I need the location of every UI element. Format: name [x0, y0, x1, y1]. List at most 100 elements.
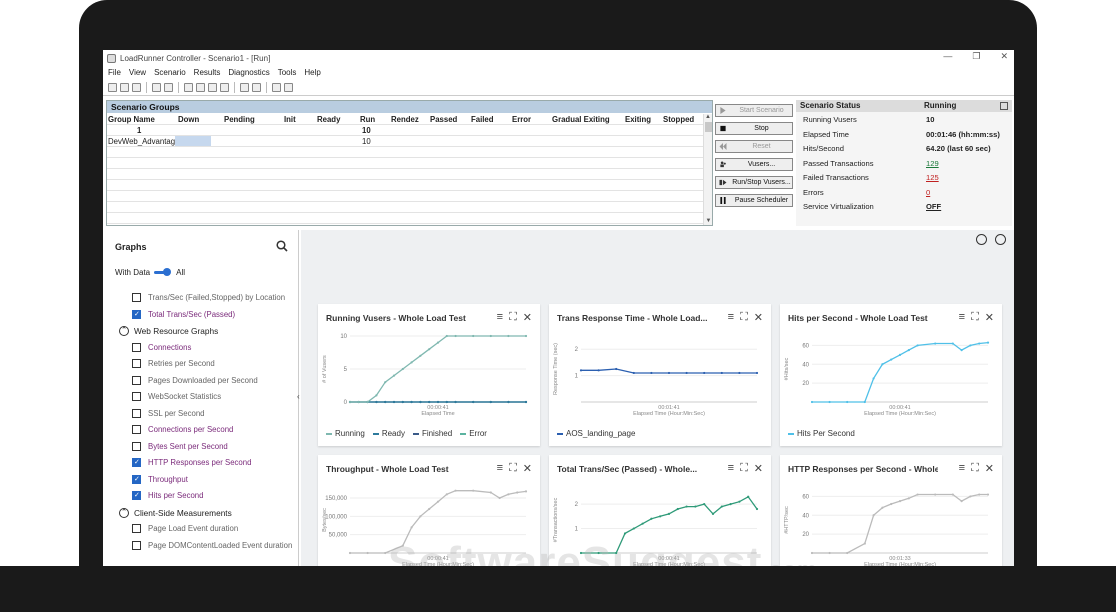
pause-scheduler-button[interactable]: Pause Scheduler	[715, 194, 793, 207]
vusers-stop-icon[interactable]	[220, 83, 229, 92]
graph-checkbox[interactable]	[132, 293, 141, 302]
column-header-failed[interactable]: Failed	[471, 115, 494, 124]
vertical-scrollbar[interactable]: ▲ ▼	[703, 114, 712, 225]
selected-cell[interactable]	[175, 136, 211, 146]
graph-checkbox[interactable]	[132, 408, 141, 418]
graph-checkbox[interactable]	[132, 458, 141, 467]
search-icon[interactable]	[276, 240, 288, 252]
graph-list-item[interactable]: Total Trans/Sec (Passed)	[106, 307, 299, 324]
minimize-button[interactable]: —	[943, 51, 952, 62]
menu-item-help[interactable]: Help	[304, 68, 320, 77]
vusers-group-icon[interactable]	[208, 83, 217, 92]
expand-icon[interactable]: ⛶	[740, 462, 748, 475]
graph-checkbox[interactable]	[132, 375, 141, 385]
column-header-exiting[interactable]: Exiting	[625, 115, 651, 124]
graph-checkbox[interactable]	[132, 441, 141, 451]
vusers-button[interactable]: Vusers...	[715, 158, 793, 171]
restore-button[interactable]: ❐	[972, 51, 980, 62]
settings-icon[interactable]	[252, 83, 261, 92]
design-icon[interactable]	[152, 83, 161, 92]
table-row[interactable]	[107, 147, 705, 158]
close-icon[interactable]: ✕	[985, 462, 994, 475]
collapse-icon[interactable]: ⌃	[119, 507, 129, 518]
table-row[interactable]	[107, 213, 705, 224]
users-icon[interactable]	[272, 83, 281, 92]
scroll-thumb[interactable]	[704, 122, 712, 132]
graph-checkbox[interactable]	[132, 392, 141, 401]
menu-icon[interactable]: ≡	[728, 462, 734, 475]
table-row[interactable]	[107, 202, 705, 213]
start-scenario-button[interactable]: Start Scenario	[715, 104, 793, 117]
graph-checkbox[interactable]	[132, 342, 141, 352]
column-header-gradual-exiting[interactable]: Gradual Exiting	[552, 115, 610, 124]
vusers-run-icon[interactable]	[196, 83, 205, 92]
group-name-cell[interactable]: DevWeb_Advantag	[108, 137, 175, 146]
graph-list-item[interactable]: Throughput	[106, 472, 299, 489]
column-header-run[interactable]: Run	[360, 115, 375, 124]
close-icon[interactable]: ✕	[985, 311, 994, 324]
graph-checkbox[interactable]	[132, 309, 141, 319]
menu-icon[interactable]: ≡	[959, 462, 965, 475]
graph-checkbox[interactable]	[132, 491, 141, 500]
collapse-panel-icon[interactable]: ‹	[297, 392, 300, 401]
graph-list-item[interactable]: Hits per Second	[106, 488, 299, 505]
column-header-pending[interactable]: Pending	[224, 115, 255, 124]
close-icon[interactable]: ✕	[523, 311, 532, 324]
scroll-down-icon[interactable]: ▼	[704, 218, 713, 224]
graph-list-item[interactable]: SSL per Second	[106, 406, 299, 423]
graph-list-item[interactable]: Retries per Second	[106, 356, 299, 373]
expand-icon[interactable]: ⛶	[509, 462, 517, 475]
status-value[interactable]: 0	[926, 188, 930, 197]
graph-list-item[interactable]: Connections	[106, 340, 299, 357]
column-header-ready[interactable]: Ready	[317, 115, 340, 124]
menu-item-scenario[interactable]: Scenario	[154, 68, 186, 77]
menu-item-tools[interactable]: Tools	[278, 68, 297, 77]
column-header-passed[interactable]: Passed	[430, 115, 457, 124]
graph-checkbox[interactable]	[132, 425, 141, 434]
menu-item-diagnostics[interactable]: Diagnostics	[228, 68, 269, 77]
close-icon[interactable]: ✕	[754, 462, 763, 475]
table-row[interactable]	[107, 158, 705, 169]
graph-list-item[interactable]: Trans/Sec (Failed,Stopped) by Location	[106, 290, 299, 307]
legend-item[interactable]: AOS_landing_page	[557, 429, 635, 438]
close-button[interactable]: ✕	[1000, 51, 1008, 62]
legend-item[interactable]: Running	[326, 429, 365, 438]
expand-icon[interactable]: ⛶	[509, 311, 517, 324]
menu-item-results[interactable]: Results	[194, 68, 221, 77]
run-stop-vusers-button[interactable]: Run/Stop Vusers...	[715, 176, 793, 189]
graph-list-item[interactable]: WebSocket Statistics	[106, 389, 299, 406]
export-icon[interactable]	[976, 234, 987, 245]
collapse-icon[interactable]: ⌃	[119, 326, 129, 336]
legend-item[interactable]: Error	[460, 429, 487, 438]
with-data-toggle[interactable]	[154, 268, 172, 276]
reset-button[interactable]: Reset	[715, 140, 793, 153]
column-header-stopped[interactable]: Stopped	[663, 115, 694, 124]
graph-checkbox[interactable]	[132, 540, 141, 550]
column-header-down[interactable]: Down	[178, 115, 199, 124]
menu-icon[interactable]: ≡	[959, 311, 965, 324]
legend-item[interactable]: Finished	[412, 429, 452, 438]
vuser-icon[interactable]	[184, 83, 193, 92]
graph-list-item[interactable]: Connections per Second	[106, 422, 299, 439]
stop-button[interactable]: Stop	[715, 122, 793, 135]
status-value[interactable]: OFF	[926, 202, 941, 211]
graph-checkbox[interactable]	[132, 359, 141, 368]
legend-item[interactable]: Hits Per Second	[788, 429, 855, 438]
column-header-group-name[interactable]: Group Name	[108, 115, 155, 124]
save-icon[interactable]	[132, 83, 141, 92]
new-icon[interactable]	[108, 83, 117, 92]
close-icon[interactable]: ✕	[754, 311, 763, 324]
column-header-error[interactable]: Error	[512, 115, 531, 124]
expand-icon[interactable]: ⛶	[740, 311, 748, 324]
settings-gear-icon[interactable]	[995, 234, 1006, 245]
menu-icon[interactable]: ≡	[728, 311, 734, 324]
graph-list-item[interactable]: Page DOMContentLoaded Event duration	[106, 538, 299, 555]
graph-list-item[interactable]: HTTP Responses per Second	[106, 455, 299, 472]
column-header-init[interactable]: Init	[284, 115, 296, 124]
scroll-up-icon[interactable]: ▲	[704, 114, 712, 120]
expand-icon[interactable]: ⛶	[971, 462, 979, 475]
user-icon[interactable]	[284, 83, 293, 92]
legend-item[interactable]: Ready	[372, 429, 405, 438]
run-icon[interactable]	[164, 83, 173, 92]
analysis-icon[interactable]	[240, 83, 249, 92]
